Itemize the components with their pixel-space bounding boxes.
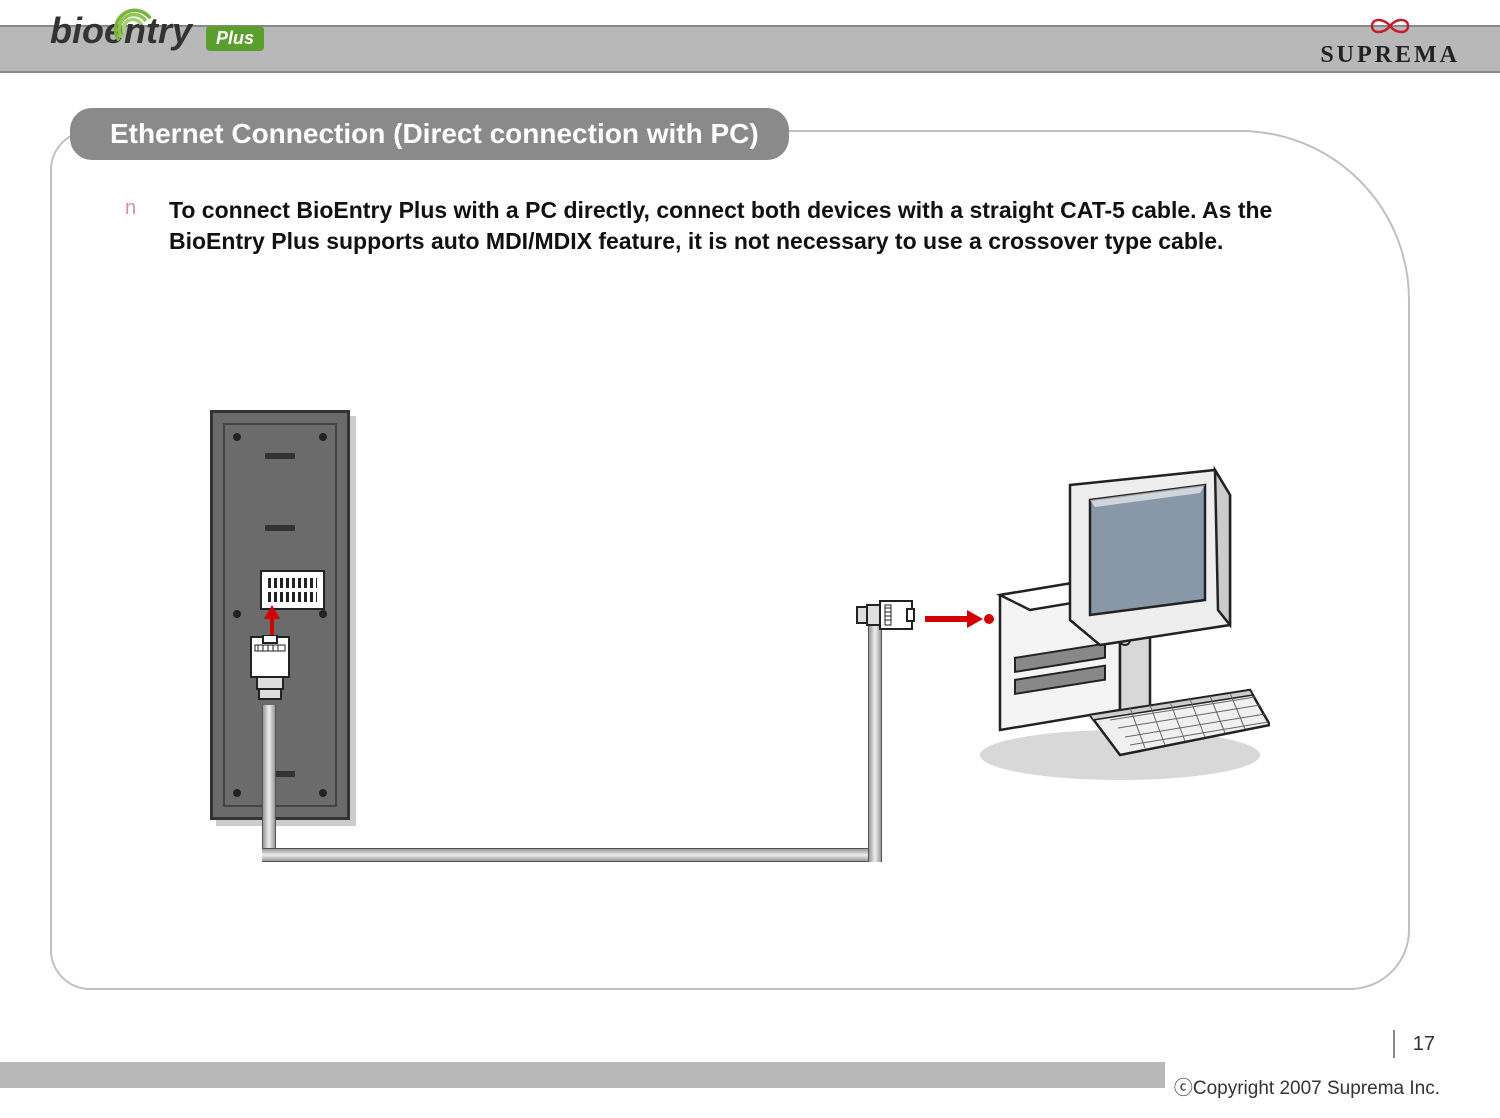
- bullet-marker: n: [125, 195, 169, 257]
- ethernet-port-icon: [260, 570, 325, 610]
- copyright-text: ⓒCopyright 2007 Suprema Inc.: [1174, 1073, 1440, 1100]
- cable-segment: [262, 848, 882, 862]
- bullet-text: To connect BioEntry Plus with a PC direc…: [169, 195, 1325, 257]
- bioentry-logo: bioentry Plus: [50, 10, 290, 70]
- page-title: Ethernet Connection (Direct connection w…: [70, 108, 789, 160]
- infinity-icon: [1360, 12, 1420, 40]
- desktop-pc-icon: [970, 465, 1270, 795]
- plus-badge: Plus: [206, 26, 264, 51]
- rj45-plug-icon: [245, 635, 295, 705]
- swirl-icon: [105, 5, 160, 45]
- suprema-text: SUPREMA: [1320, 42, 1460, 69]
- connection-diagram: [200, 410, 1200, 910]
- rj45-plug-icon: [855, 595, 915, 635]
- bullet-item: n To connect BioEntry Plus with a PC dir…: [125, 195, 1325, 257]
- footer-bar: [0, 1062, 1165, 1088]
- suprema-logo: SUPREMA: [1320, 12, 1460, 69]
- arrow-up-icon: [262, 605, 282, 637]
- logo-text-bio: bio: [50, 10, 104, 51]
- cable-segment: [868, 625, 882, 862]
- cable-segment: [262, 705, 276, 860]
- page-number: 17: [1393, 1030, 1435, 1058]
